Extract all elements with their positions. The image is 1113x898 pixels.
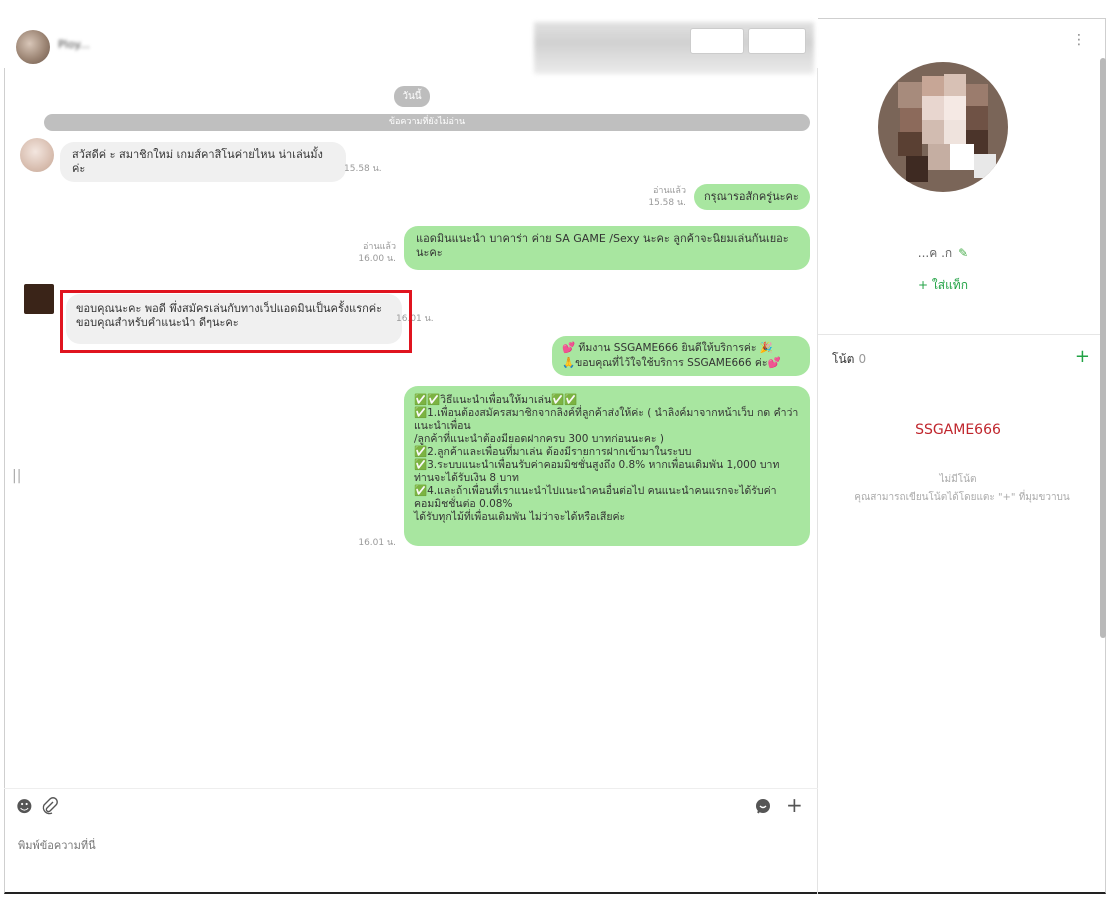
notes-header: โน้ต 0 [832, 350, 866, 369]
contact-avatar-small[interactable] [20, 138, 54, 172]
scrollbar[interactable] [1100, 58, 1106, 638]
read-receipt: อ่านแล้ว [363, 242, 396, 252]
more-options-icon[interactable]: ⋮ [1072, 32, 1086, 48]
empty-notes-title: ไม่มีโน้ต [939, 474, 977, 485]
message-input[interactable] [16, 838, 800, 853]
header-button[interactable] [690, 28, 744, 54]
profile-panel: ⋮ ...ค .ก ✎ + ใส่แท็ก โน้ต 0 + SSGAME666 ไ… [818, 18, 1106, 894]
message-bubble-out: กรุณารอสักครู่นะคะ [694, 184, 810, 210]
profile-name-text: ...ค .ก [917, 246, 953, 260]
contact-avatar-small[interactable] [24, 284, 54, 314]
divider [818, 334, 1106, 335]
notes-title: โน้ต [832, 352, 855, 366]
empty-notes-hint: คุณสามารถเขียนโน้ตได้โดยแตะ "+" ที่มุมขว… [854, 492, 1070, 503]
brand-watermark: SSGAME666 [915, 422, 1001, 438]
message-bubble-in: สวัสดีค่ ะ สมาชิกใหม่ เกมส์คาสิโนค่ายไหน… [60, 142, 346, 182]
chat-bubble-icon[interactable] [754, 797, 772, 819]
contact-avatar[interactable] [16, 30, 50, 64]
message-time: 16.01 น. [358, 538, 396, 548]
resize-handle[interactable]: || [12, 468, 21, 484]
input-toolbar: ☻ + [4, 788, 818, 825]
profile-name: ...ค .ก ✎ [818, 244, 1068, 263]
message-bubble-out: แอดมินแนะนำ บาคาร่า ค่าย SA GAME /Sexy น… [404, 226, 810, 270]
contact-name[interactable]: Ploy... [58, 38, 90, 51]
plus-icon[interactable]: + [786, 793, 803, 817]
add-tag-button[interactable]: + ใส่แท็ก [818, 276, 1068, 295]
add-note-button[interactable]: + [1075, 346, 1090, 367]
message-bubble-out: ✅✅วิธีแนะนำเพื่อนให้มาเล่น✅✅ ✅1.เพื่อนต้… [404, 386, 810, 546]
chat-panel: Ploy... วันนี้ ข้อความที่ยังไม่อ่าน สวัส… [4, 18, 818, 894]
message-time: 16.00 น. [358, 254, 396, 264]
message-input-area [4, 824, 818, 892]
chat-header: Ploy... [4, 18, 818, 74]
paperclip-icon[interactable] [42, 797, 58, 819]
day-label: วันนี้ [394, 86, 430, 107]
message-time: 15.58 น. [344, 164, 382, 174]
message-bubble-out: 💕 ทีมงาน SSGAME666 ยินดีให้บริการค่ะ 🎉 🙏… [552, 336, 810, 376]
unread-divider: ข้อความที่ยังไม่อ่าน [44, 114, 810, 131]
read-receipt: อ่านแล้ว [653, 186, 686, 196]
notes-count: 0 [858, 352, 867, 366]
message-time: 15.58 น. [648, 198, 686, 208]
smiley-icon[interactable]: ☻ [16, 797, 33, 816]
highlight-box [60, 290, 412, 353]
profile-photo [878, 62, 1008, 192]
pencil-icon[interactable]: ✎ [958, 246, 968, 260]
header-button[interactable] [748, 28, 806, 54]
day-separator: วันนี้ [4, 84, 818, 107]
